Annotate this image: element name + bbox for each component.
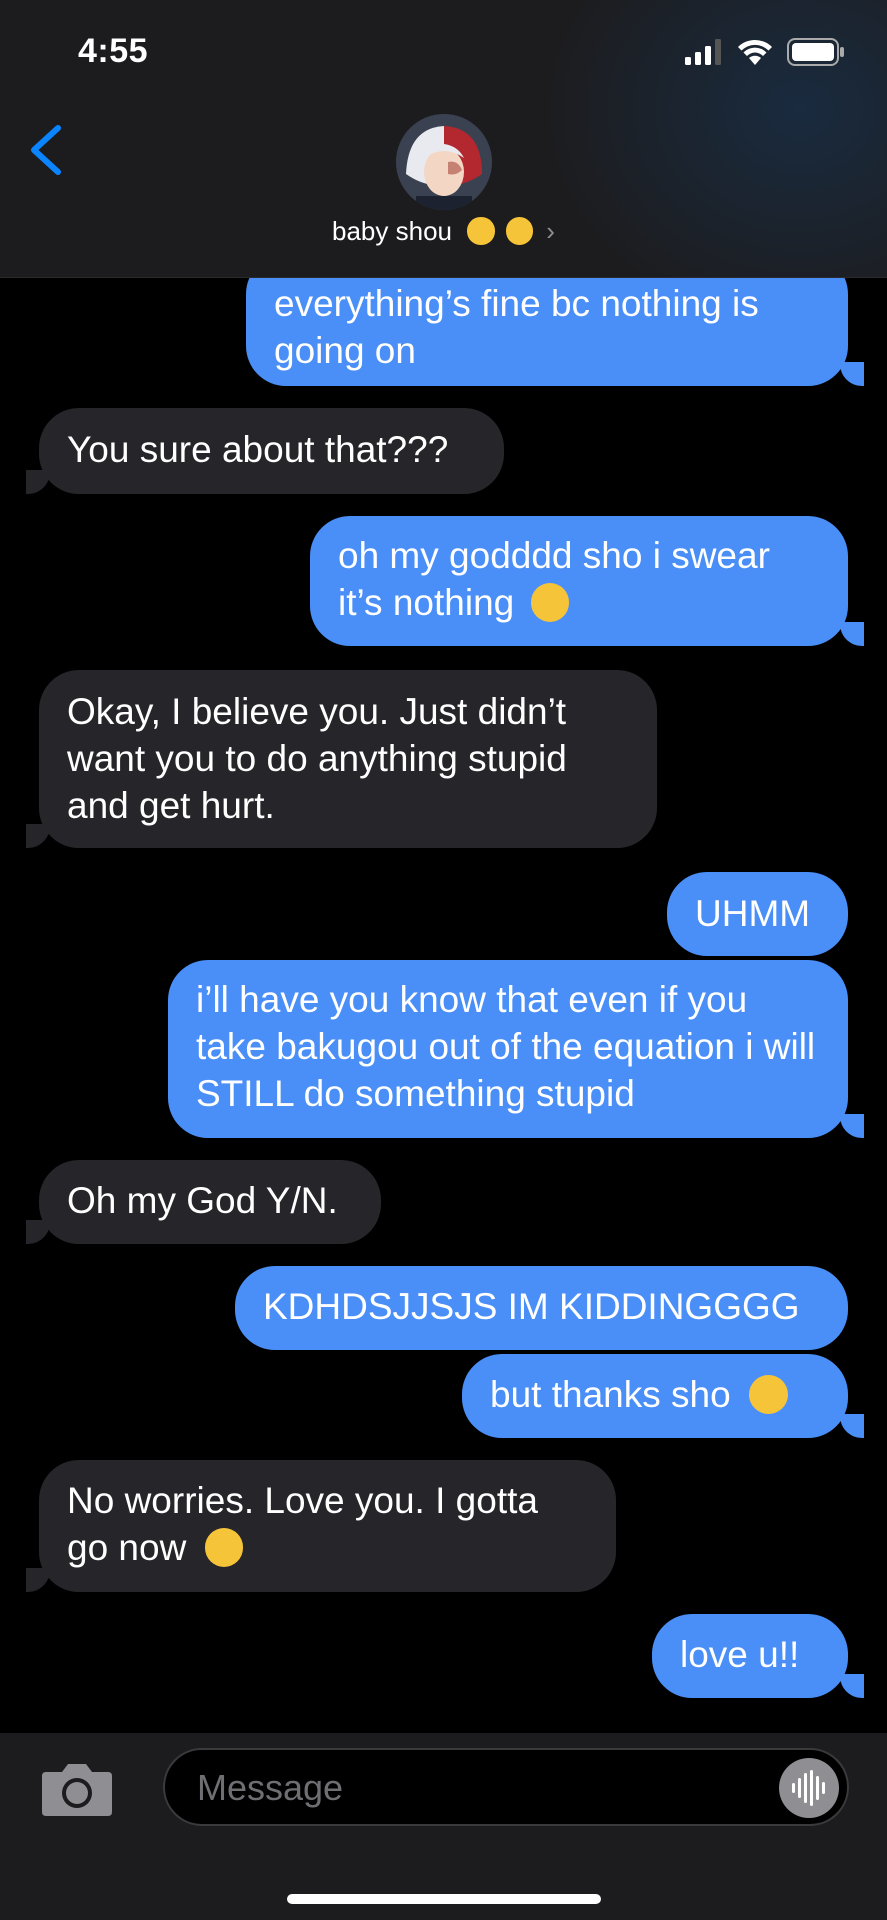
message-tail <box>840 362 864 386</box>
received-message-bubble[interactable]: No worries. Love you. I gotta go now <box>39 1460 616 1592</box>
message-text: everything’s fine bc nothing is going on <box>274 283 759 371</box>
contact-avatar[interactable] <box>396 114 492 210</box>
received-message-bubble[interactable]: You sure about that??? <box>39 408 504 494</box>
message-text: KDHDSJJSJS IM KIDDINGGGG <box>263 1286 800 1327</box>
sneezing-face-emoji <box>530 582 570 622</box>
home-indicator[interactable] <box>287 1894 601 1904</box>
message-tail <box>840 622 864 646</box>
contact-name-button[interactable]: baby shou › <box>0 216 887 247</box>
message-tail <box>840 1674 864 1698</box>
message-text: Oh my God Y/N. <box>67 1180 338 1221</box>
received-message-bubble[interactable]: Okay, I believe you. Just didn’t want yo… <box>39 670 657 848</box>
conversation-header: 4:55 baby shou › <box>0 0 887 278</box>
message-text: i’ll have you know that even if you take… <box>196 979 816 1114</box>
status-icons <box>685 38 845 66</box>
audio-record-button[interactable] <box>779 1758 839 1818</box>
message-tail <box>26 1220 50 1244</box>
wifi-icon <box>738 39 772 65</box>
sent-message-bubble[interactable]: love u!! <box>652 1614 848 1698</box>
status-time: 4:55 <box>78 32 149 70</box>
halo-face-emoji <box>204 1527 244 1567</box>
message-text: UHMM <box>695 893 811 934</box>
message-tail <box>26 824 50 848</box>
message-input[interactable] <box>195 1760 719 1816</box>
audio-waveform-icon <box>792 1770 825 1806</box>
message-tail <box>26 1568 50 1592</box>
contact-name: baby shou <box>332 216 452 246</box>
compose-bar <box>0 1733 887 1920</box>
chevron-right-icon: › <box>546 216 555 246</box>
message-input-container[interactable] <box>163 1748 849 1826</box>
message-tail <box>26 470 50 494</box>
message-tail <box>840 1414 864 1438</box>
camera-icon[interactable] <box>40 1762 114 1818</box>
sent-message-bubble[interactable]: oh my godddd sho i swear it’s nothing <box>310 516 848 646</box>
sent-message-bubble[interactable]: but thanks sho <box>462 1354 848 1438</box>
sent-message-bubble[interactable]: KDHDSJJSJS IM KIDDINGGGG <box>235 1266 848 1350</box>
received-message-bubble[interactable]: Oh my God Y/N. <box>39 1160 381 1244</box>
message-text: love u!! <box>680 1634 800 1675</box>
message-text: but thanks sho <box>490 1374 731 1415</box>
back-chevron-icon[interactable] <box>22 120 72 180</box>
sent-message-bubble[interactable]: i’ll have you know that even if you take… <box>168 960 848 1138</box>
message-text: You sure about that??? <box>67 429 449 470</box>
signal-icon <box>685 39 721 65</box>
smiling-face-with-hearts-emoji <box>505 217 534 245</box>
pleading-face-emoji <box>467 217 495 245</box>
message-text: No worries. Love you. I gotta go now <box>67 1480 538 1568</box>
sent-message-bubble[interactable]: UHMM <box>667 872 848 956</box>
pleading-face-emoji <box>748 1374 788 1414</box>
message-tail <box>840 1114 864 1138</box>
message-text: Okay, I believe you. Just didn’t want yo… <box>67 691 567 826</box>
battery-icon <box>787 38 844 66</box>
